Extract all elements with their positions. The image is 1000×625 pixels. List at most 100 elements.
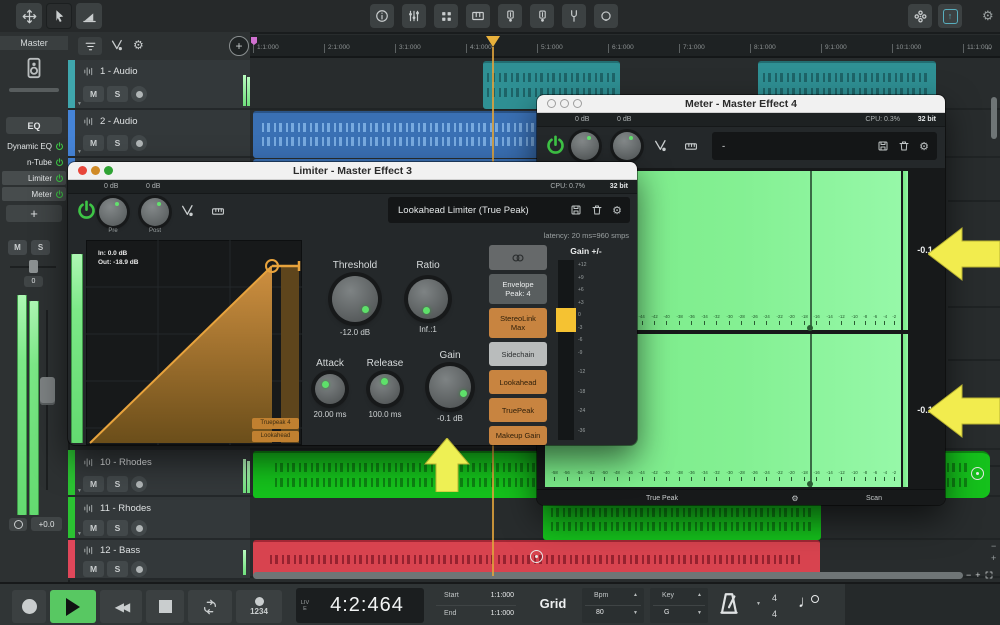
truepeak-button[interactable]: TruePeak (489, 398, 547, 422)
crossfade-handle-icon[interactable] (971, 467, 984, 480)
stop-button[interactable] (146, 590, 184, 623)
mute-button[interactable]: M (83, 561, 104, 577)
zoom-in-icon[interactable]: + (975, 570, 980, 580)
vertical-scrollbar[interactable] (991, 97, 997, 139)
track-row-10-rhodes[interactable]: 10 - Rhodes M S ▼ (68, 450, 250, 497)
mute-button[interactable]: M (83, 476, 104, 492)
truepeak-mini-button[interactable]: Truepeak 4 (252, 418, 299, 429)
info-button[interactable] (370, 4, 394, 28)
collapse-caret-icon[interactable]: ▼ (77, 488, 82, 494)
post-gain-knob[interactable] (141, 198, 169, 226)
record-arm-button[interactable] (131, 476, 147, 492)
pads-button[interactable] (434, 4, 458, 28)
move-tool-button[interactable] (16, 3, 42, 29)
keyboard-icon[interactable] (210, 205, 226, 218)
solo-button[interactable]: S (107, 561, 128, 577)
scale-marker-dot[interactable] (807, 481, 813, 487)
time-display[interactable]: LIVE 4:2:464 (296, 588, 424, 623)
master-volume-bar[interactable] (9, 88, 59, 92)
key-value[interactable]: G (664, 609, 669, 616)
bpm-down-icon[interactable]: ▼ (633, 611, 638, 616)
bpm-control[interactable]: Bpm ▲ 80 ▼ (582, 588, 644, 623)
master-output-button[interactable] (9, 518, 27, 531)
track-color-strip[interactable] (68, 110, 75, 156)
fade-tool-button[interactable] (76, 3, 102, 29)
time-signature[interactable]: 44 (772, 590, 777, 622)
maximize-icon[interactable] (104, 166, 113, 175)
power-icon[interactable] (55, 190, 64, 199)
add-instrument-track-button[interactable] (530, 4, 554, 28)
minimize-icon[interactable] (560, 99, 569, 108)
gain-knob[interactable] (429, 366, 471, 408)
meter-window-titlebar[interactable]: Meter - Master Effect 4 (537, 95, 945, 113)
save-icon[interactable] (877, 140, 889, 152)
automation-icon[interactable] (653, 138, 669, 154)
gear-icon[interactable]: ⚙ (787, 494, 803, 503)
gear-icon[interactable]: ⚙ (612, 204, 622, 217)
keyboard-icon[interactable] (683, 140, 699, 153)
track-settings-gear-icon[interactable]: ⚙ (133, 38, 144, 52)
key-control[interactable]: Key ▲ G ▼ (650, 588, 708, 623)
scan-tab[interactable]: Scan (803, 495, 945, 502)
track-row-1-audio[interactable]: 1 - Audio M S ▼ (68, 60, 250, 110)
solo-button[interactable]: S (107, 520, 128, 536)
envelope-button[interactable]: EnvelopePeak: 4 (489, 274, 547, 304)
crossfade-handle-icon[interactable] (530, 550, 543, 563)
power-icon[interactable] (55, 142, 64, 151)
pointer-tool-button[interactable] (46, 3, 72, 29)
end-value[interactable]: 1:1:000 (491, 610, 514, 617)
zoom-controls[interactable]: −+ (966, 570, 993, 580)
track-name[interactable]: 10 - Rhodes (100, 457, 152, 468)
add-track-button[interactable]: + (229, 36, 249, 56)
piano-roll-button[interactable] (466, 4, 490, 28)
note-value-button[interactable]: ♩ (798, 592, 815, 612)
power-icon[interactable] (76, 200, 97, 221)
track-name[interactable]: 11 - Rhodes (100, 503, 151, 514)
master-output-device[interactable] (23, 55, 45, 83)
master-solo-button[interactable]: S (31, 240, 50, 255)
grid-button[interactable]: Grid (528, 596, 578, 611)
start-end-panel[interactable]: Start 1:1:000 End 1:1:000 (432, 588, 520, 623)
horizontal-scrollbar[interactable] (253, 572, 963, 579)
count-in-button[interactable]: 1234 (236, 590, 282, 623)
key-up-icon[interactable]: ▲ (697, 593, 702, 598)
record-arm-button[interactable] (131, 135, 147, 151)
rewind-button[interactable]: ◀◀ (100, 590, 142, 623)
out-gain-knob[interactable] (613, 132, 641, 160)
collapse-caret-icon[interactable]: ▼ (77, 149, 82, 155)
track-color-strip[interactable] (68, 60, 75, 108)
audio-clip-track2[interactable] (253, 111, 545, 158)
plugin-row-dynamic-eq[interactable]: Dynamic EQ (2, 139, 66, 153)
start-value[interactable]: 1:1:000 (491, 592, 514, 599)
save-icon[interactable] (570, 204, 582, 216)
close-icon[interactable] (547, 99, 556, 108)
ruler-scroll-icon[interactable]: ↔ (985, 43, 993, 52)
solo-button[interactable]: S (107, 135, 128, 151)
tuner-button[interactable] (562, 4, 586, 28)
record-arm-button[interactable] (131, 520, 147, 536)
mixer-button[interactable] (402, 4, 426, 28)
metronome-dropdown-icon[interactable]: ▼ (756, 602, 761, 607)
sidechain-button[interactable]: Sidechain (489, 342, 547, 366)
plugin-row-meter[interactable]: Meter (2, 187, 66, 201)
track-color-strip[interactable] (68, 450, 75, 495)
plugin-row-limiter[interactable]: Limiter (2, 171, 66, 185)
track-name[interactable]: 12 - Bass (100, 545, 140, 556)
meter-mode-tab[interactable]: True Peak (537, 495, 787, 502)
track-row-12-bass[interactable]: 12 - Bass M S (68, 540, 250, 580)
plugin-row-n-tube[interactable]: n-Tube (2, 155, 66, 169)
collapse-caret-icon[interactable]: ▼ (77, 531, 82, 537)
key-down-icon[interactable]: ▼ (697, 611, 702, 616)
add-effect-button[interactable]: + (6, 205, 62, 222)
zoom-out-icon[interactable]: − (966, 570, 971, 580)
trash-icon[interactable] (591, 204, 603, 216)
lookahead-button[interactable]: Lookahead (489, 370, 547, 394)
solo-button[interactable]: S (107, 476, 128, 492)
stereolink-button[interactable]: StereoLinkMax (489, 308, 547, 338)
gear-icon[interactable]: ⚙ (919, 140, 929, 153)
automation-icon[interactable] (180, 203, 196, 219)
makeup-gain-button[interactable]: Makeup Gain (489, 426, 547, 445)
mute-button[interactable]: M (83, 135, 104, 151)
maximize-icon[interactable] (573, 99, 582, 108)
vertical-zoom-controls[interactable]: −+ (991, 540, 996, 564)
